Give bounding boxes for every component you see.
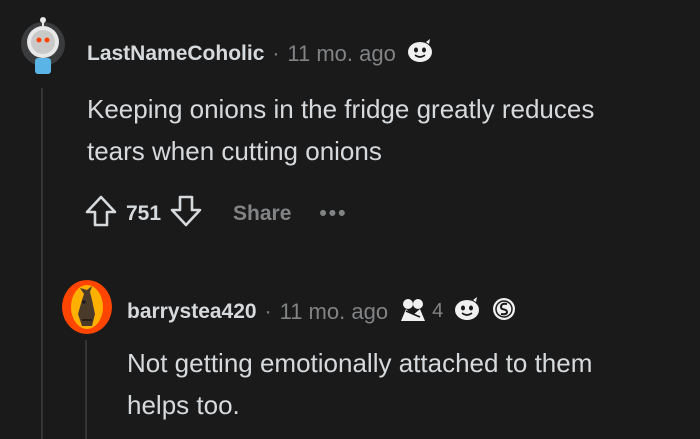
thread-line[interactable] xyxy=(41,88,43,439)
silver-award-icon[interactable] xyxy=(491,296,517,327)
horse-head-avatar-icon[interactable] xyxy=(62,280,112,334)
reply-header: barrystea420 · 11 mo. ago 4 xyxy=(127,295,517,328)
downvote-arrow-icon[interactable] xyxy=(169,194,203,233)
comment-body-line: tears when cutting onions xyxy=(87,136,382,166)
vote-count: 751 xyxy=(126,201,162,225)
hugz-award-icon[interactable] xyxy=(398,295,428,328)
comment-age[interactable]: 11 mo. ago xyxy=(280,299,388,325)
comment-header: LastNameCoholic · 11 mo. ago xyxy=(87,38,434,69)
award-count: 4 xyxy=(432,300,444,322)
comment-body-line: helps too. xyxy=(127,390,240,420)
reply-body: Not getting emotionally attached to them… xyxy=(127,342,592,426)
reply-thread-line[interactable] xyxy=(85,340,87,439)
separator-dot: · xyxy=(272,41,280,65)
separator-dot: · xyxy=(264,299,272,323)
author-name[interactable]: barrystea420 xyxy=(127,300,257,324)
share-button[interactable]: Share xyxy=(233,202,291,226)
more-options-button[interactable]: ••• xyxy=(319,202,347,226)
author-name[interactable]: LastNameCoholic xyxy=(87,42,264,66)
astronaut-snoo-avatar-icon[interactable] xyxy=(17,14,67,76)
comment-body: Keeping onions in the fridge greatly red… xyxy=(87,88,594,172)
comment-age[interactable]: 11 mo. ago xyxy=(287,41,395,67)
wholesome-award-icon[interactable] xyxy=(406,38,434,69)
wholesome-award-icon[interactable] xyxy=(453,296,481,327)
upvote-arrow-icon[interactable] xyxy=(84,194,118,233)
comment-body-line: Not getting emotionally attached to them xyxy=(127,348,593,378)
comment-body-line: Keeping onions in the fridge greatly red… xyxy=(87,94,595,124)
comment-actions: 751 Share ••• xyxy=(84,194,347,233)
